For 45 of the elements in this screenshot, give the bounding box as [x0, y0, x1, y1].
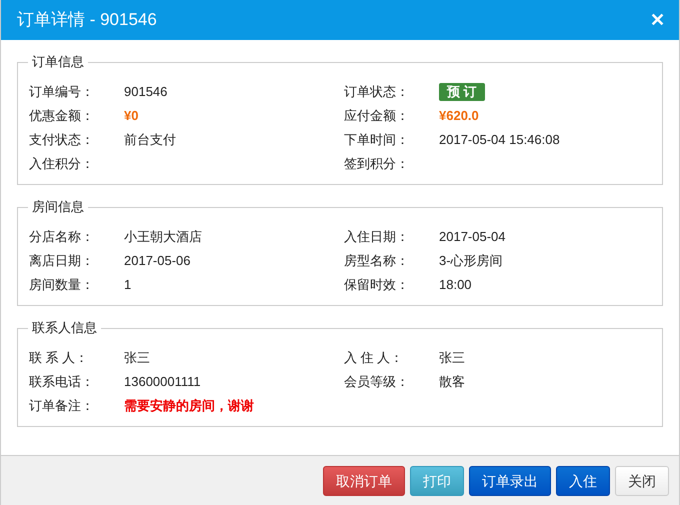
- field-label: 应付金额：: [344, 106, 410, 125]
- field-label: 房型名称：: [344, 252, 410, 270]
- field-value: 张三: [439, 348, 465, 367]
- field-label: 联系电话：: [29, 372, 95, 391]
- field-value: 小王朝大酒店: [124, 228, 202, 246]
- field-label: 优惠金额：: [29, 106, 95, 125]
- field-value: 901546: [124, 82, 168, 101]
- field-value: 3-心形房间: [439, 252, 503, 270]
- status-badge: 预 订: [439, 82, 485, 100]
- section-title: 房间信息: [28, 199, 88, 215]
- field-value: ¥620.0: [439, 106, 479, 125]
- field-label: 联 系 人：: [29, 348, 90, 367]
- field-value: 需要安静的房间，谢谢: [124, 396, 254, 415]
- field-value: ¥0: [124, 106, 138, 125]
- action-button[interactable]: 订单录出: [469, 466, 551, 496]
- action-button[interactable]: 取消订单: [323, 466, 405, 496]
- field-label: 分店名称：: [29, 228, 95, 246]
- field-label: 入住积分：: [29, 154, 95, 173]
- window-title: 订单详情 - 901546: [17, 9, 157, 32]
- field-label: 房间数量：: [29, 276, 95, 294]
- action-button[interactable]: 关闭: [615, 466, 669, 496]
- close-button[interactable]: ✕: [650, 11, 665, 29]
- field-label: 订单状态：: [344, 82, 410, 101]
- field-value: 张三: [124, 348, 150, 367]
- field-label: 入住日期：: [344, 228, 410, 246]
- section-title: 订单信息: [28, 54, 88, 70]
- field-label: 入 住 人：: [344, 348, 404, 367]
- field-label: 保留时效：: [344, 276, 410, 294]
- field-label: 下单时间：: [344, 130, 410, 149]
- field-value: 2017-05-06: [124, 252, 190, 270]
- field-value: 散客: [439, 372, 465, 391]
- field-label: 会员等级：: [344, 372, 410, 391]
- field-value: 13600001111: [124, 372, 201, 391]
- field-value: 1: [124, 276, 132, 294]
- field-value: 2017-05-04 15:46:08: [439, 130, 560, 149]
- action-button[interactable]: 入住: [556, 466, 610, 496]
- field-value: 18:00: [439, 276, 472, 294]
- field-value: 2017-05-04: [439, 228, 506, 246]
- section-title: 联系人信息: [28, 320, 101, 336]
- field-label: 订单编号：: [29, 82, 95, 101]
- field-label: 订单备注：: [29, 396, 95, 415]
- field-label: 支付状态：: [29, 130, 95, 149]
- field-label: 签到积分：: [344, 154, 410, 173]
- field-label: 离店日期：: [29, 252, 95, 270]
- field-value: 前台支付: [124, 130, 176, 149]
